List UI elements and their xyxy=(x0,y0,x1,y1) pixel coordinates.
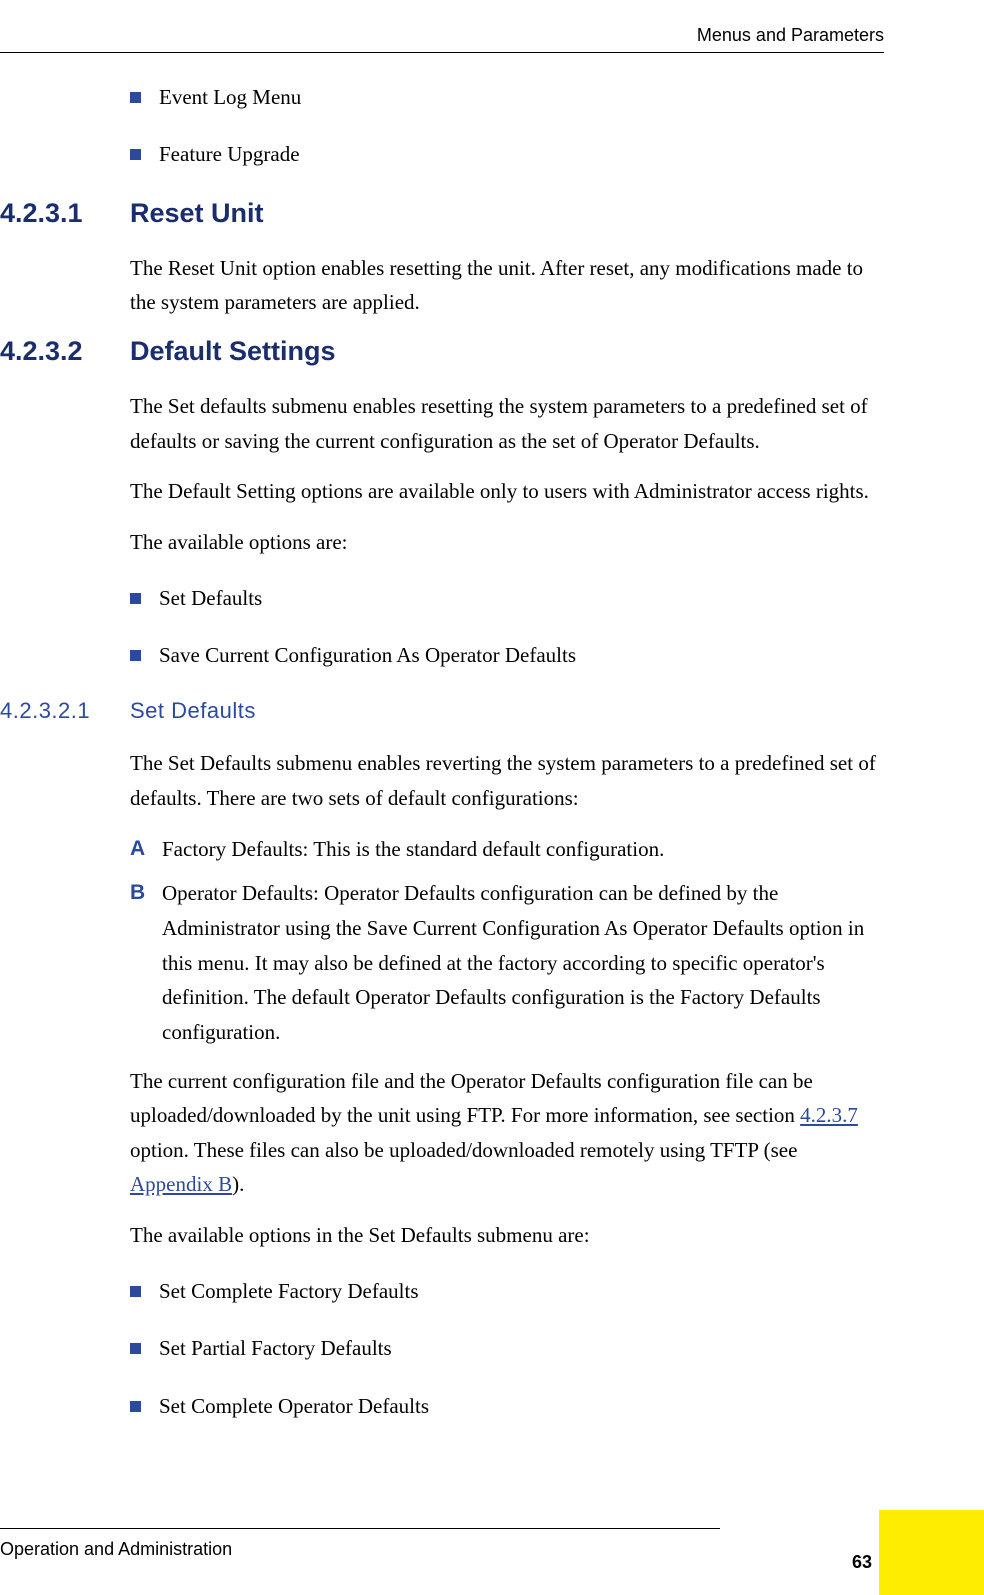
list-item: Set Complete Factory Defaults xyxy=(130,1277,884,1306)
section-title: Default Settings xyxy=(130,336,336,367)
list-item: B Operator Defaults: Operator Defaults c… xyxy=(130,876,884,1049)
section-title: Reset Unit xyxy=(130,198,264,229)
subsection-number: 4.2.3.2.1 xyxy=(0,698,130,724)
list-item: Save Current Configuration As Operator D… xyxy=(130,641,884,670)
letter-marker: B xyxy=(130,876,162,911)
section-number: 4.2.3.1 xyxy=(0,198,130,229)
square-bullet-icon xyxy=(130,593,141,604)
subsection-bullets: Set Complete Factory Defaults Set Partia… xyxy=(130,1277,884,1421)
bullet-text: Set Defaults xyxy=(159,584,262,613)
page-footer: Operation and Administration xyxy=(0,1528,884,1560)
text-fragment: ). xyxy=(232,1172,244,1196)
list-item: Set Complete Operator Defaults xyxy=(130,1392,884,1421)
square-bullet-icon xyxy=(130,1286,141,1297)
bullet-text: Save Current Configuration As Operator D… xyxy=(159,641,576,670)
section-heading-reset-unit: 4.2.3.1 Reset Unit xyxy=(0,198,884,229)
bullet-text: Feature Upgrade xyxy=(159,140,300,169)
letter-text: Operator Defaults: Operator Defaults con… xyxy=(162,876,884,1049)
letter-list: A Factory Defaults: This is the standard… xyxy=(130,832,884,1050)
text-fragment: The current configuration file and the O… xyxy=(130,1069,813,1128)
xref-link-appendix-b[interactable]: Appendix B xyxy=(130,1172,232,1196)
list-item: Set Partial Factory Defaults xyxy=(130,1334,884,1363)
paragraph-with-links: The current configuration file and the O… xyxy=(130,1064,884,1203)
square-bullet-icon xyxy=(130,149,141,160)
square-bullet-icon xyxy=(130,1343,141,1354)
paragraph: The Set Defaults submenu enables reverti… xyxy=(130,746,884,815)
square-bullet-icon xyxy=(130,650,141,661)
letter-text: Factory Defaults: This is the standard d… xyxy=(162,832,664,867)
bullet-text: Set Complete Operator Defaults xyxy=(159,1392,429,1421)
letter-marker: A xyxy=(130,832,162,867)
yellow-tab xyxy=(879,1510,984,1595)
list-item: A Factory Defaults: This is the standard… xyxy=(130,832,884,867)
list-item: Event Log Menu xyxy=(130,83,884,112)
xref-link-4237[interactable]: 4.2.3.7 xyxy=(800,1103,858,1127)
text-fragment: option. These files can also be uploaded… xyxy=(130,1138,797,1162)
paragraph: The available options in the Set Default… xyxy=(130,1218,884,1253)
section-heading-default-settings: 4.2.3.2 Default Settings xyxy=(0,336,884,367)
subsection-heading-set-defaults: 4.2.3.2.1 Set Defaults xyxy=(0,698,884,724)
paragraph: The Reset Unit option enables resetting … xyxy=(130,251,884,320)
list-item: Feature Upgrade xyxy=(130,140,884,169)
bullet-text: Set Partial Factory Defaults xyxy=(159,1334,392,1363)
paragraph: The Set defaults submenu enables resetti… xyxy=(130,389,884,458)
footer-left-text: Operation and Administration xyxy=(0,1539,884,1560)
section2-bullets: Set Defaults Save Current Configuration … xyxy=(130,584,884,671)
intro-bullets: Event Log Menu Feature Upgrade xyxy=(130,83,884,170)
header-right-text: Menus and Parameters xyxy=(0,20,884,46)
paragraph: The Default Setting options are availabl… xyxy=(130,474,884,509)
subsection-title: Set Defaults xyxy=(130,698,256,724)
square-bullet-icon xyxy=(130,1401,141,1412)
section-number: 4.2.3.2 xyxy=(0,336,130,367)
paragraph: The available options are: xyxy=(130,525,884,560)
bullet-text: Event Log Menu xyxy=(159,83,301,112)
footer-rule xyxy=(0,1528,720,1529)
page-number: 63 xyxy=(852,1552,872,1573)
header-rule xyxy=(0,52,884,53)
bullet-text: Set Complete Factory Defaults xyxy=(159,1277,419,1306)
square-bullet-icon xyxy=(130,92,141,103)
list-item: Set Defaults xyxy=(130,584,884,613)
